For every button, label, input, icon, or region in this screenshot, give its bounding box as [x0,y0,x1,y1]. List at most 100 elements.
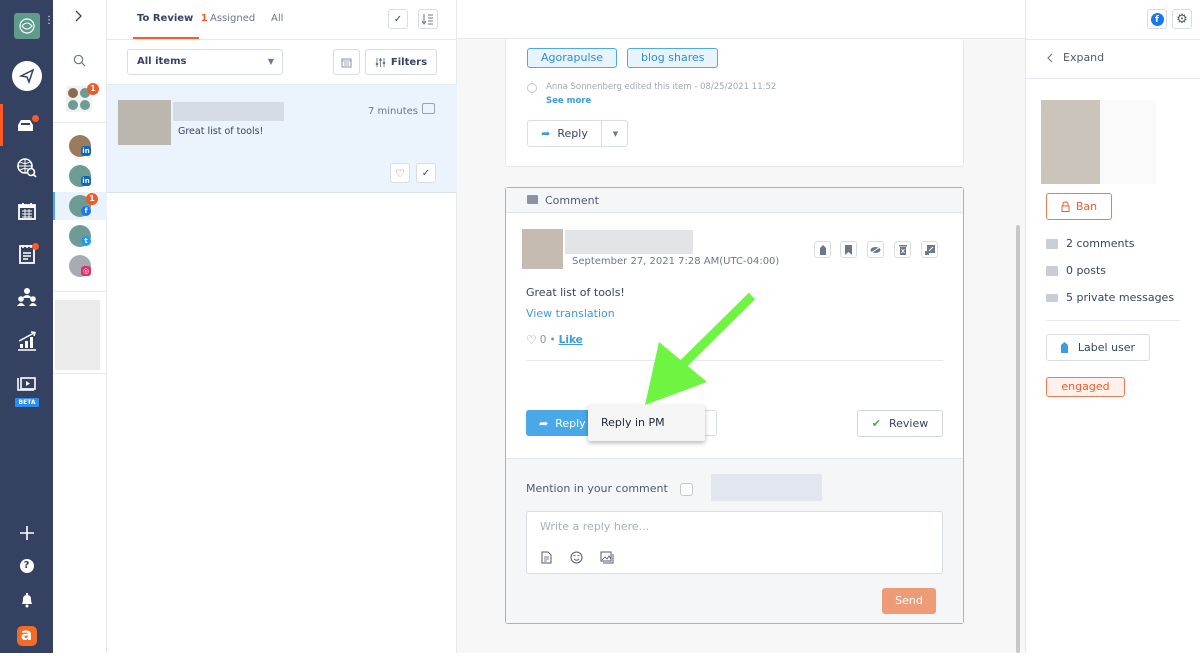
mark-all-reviewed-button[interactable]: ✓ [388,9,408,29]
label-engaged[interactable]: engaged [1046,377,1125,397]
divider [1026,78,1200,79]
caret-down-icon: ▼ [267,57,274,66]
workspace-logo[interactable] [14,13,40,39]
date-filter-button[interactable] [333,49,360,75]
ban-button[interactable]: Ban [1046,193,1112,220]
post-reply-split-button: ➦ Reply ▼ [527,120,628,147]
mail-icon [1046,293,1058,302]
review-button[interactable]: ✔ Review [857,410,943,437]
leaf-logo-icon [19,18,35,34]
notification-dot [32,243,39,250]
profiles-column: 1 in in f 1 t ◎ [53,0,107,653]
menu-item-reply-in-pm[interactable]: Reply in PM [601,416,665,429]
linkedin-icon: in [81,146,91,156]
reply-textarea[interactable]: Write a reply here... [526,511,943,574]
stat-comments: 2 comments [1046,237,1135,250]
annotation-arrow [645,292,756,405]
center-header [457,0,1025,39]
lock-icon [1061,201,1070,212]
mention-name-redacted [711,474,822,501]
facebook-network-button[interactable]: f [1147,9,1167,29]
expand-button[interactable]: Expand [1046,51,1104,64]
expand-profiles-button[interactable] [73,10,83,26]
like-link[interactable]: Like [559,334,583,346]
team-icon [16,288,37,306]
calendar-icon [17,203,36,220]
instagram-icon: ◎ [81,266,91,276]
like-button[interactable]: ♡ [390,163,410,183]
agorapulse-logo-icon: a [16,626,37,646]
document-icon [541,551,552,564]
gear-icon: ⚙ [1176,11,1188,27]
review-button[interactable]: ✓ [416,163,436,183]
tab-all[interactable]: All [271,13,283,24]
like-row: ♡ 0 • Like [526,333,583,347]
filters-button[interactable]: Filters [365,49,437,75]
chevron-left-icon [1047,53,1053,62]
tag-icon [819,244,826,255]
items-filter-select[interactable]: All items ▼ [127,49,283,75]
search-profiles-button[interactable] [73,52,86,71]
image-upload-button[interactable] [600,549,614,568]
profile-instagram[interactable]: ◎ [69,255,91,277]
history-icon [527,83,537,93]
see-more-link[interactable]: See more [546,96,591,106]
saved-replies-button[interactable] [541,549,552,568]
nav-calendar[interactable] [0,191,53,231]
sort-icon [422,14,433,25]
nav-account[interactable]: a [0,616,53,656]
comment-icon [422,103,435,114]
list-item-text: Great list of tools! [178,126,264,137]
profile-twitter[interactable]: t [69,225,91,247]
nav-publish[interactable] [0,56,53,96]
profile-placeholder [55,300,100,370]
label-user-button[interactable]: Label user [1046,334,1150,361]
open-external-button[interactable] [921,241,938,258]
conversation-panel: Agorapulse blog shares Anna Sonnenberg e… [457,0,1025,653]
author-name-redacted [173,102,284,121]
nav-reports[interactable] [0,321,53,361]
nav-users[interactable] [0,277,53,317]
tag-agorapulse[interactable]: Agorapulse [527,48,618,68]
reply-placeholder: Write a reply here... [540,520,650,533]
calendar-icon [341,58,352,67]
inbox-list: To Review 1 Assigned All ✓ All items ▼ F… [107,0,457,653]
paper-plane-icon [18,68,34,84]
reply-composer: Mention in your comment Write a reply he… [506,458,963,623]
tab-to-review[interactable]: To Review 1 [137,13,208,24]
mention-checkbox[interactable] [680,483,693,496]
comment-date: September 27, 2021 7:28 AM(UTC-04:00) [572,256,780,267]
nav-notifications[interactable] [0,580,53,620]
reply-arrow-icon: ➦ [539,416,549,430]
label-button[interactable] [814,241,831,258]
hide-button[interactable] [867,241,884,258]
heart-icon: ♡ [526,333,537,347]
sort-button[interactable] [418,9,438,29]
check-icon: ✓ [393,13,403,25]
emoji-button[interactable] [570,549,583,568]
bookmark-button[interactable] [840,241,857,258]
view-translation-link[interactable]: View translation [526,307,615,320]
post-reply-button[interactable]: ➦ Reply [528,121,602,146]
tab-assigned[interactable]: Assigned [210,13,255,24]
nav-listening[interactable] [0,148,53,188]
delete-button[interactable] [894,241,911,258]
twitter-icon: t [81,236,91,246]
list-item[interactable]: Great list of tools! 7 minutes ♡ ✓ [107,85,457,193]
send-button[interactable]: Send [882,588,936,614]
emoji-icon [570,551,583,564]
tag-blog-shares[interactable]: blog shares [627,48,719,68]
profile-linkedin-1[interactable]: in [69,135,91,157]
workspace-menu-icon[interactable]: ⋮ [44,16,54,33]
check-icon: ✔ [871,417,881,430]
profile-linkedin-2[interactable]: in [69,165,91,187]
facebook-icon: f [81,206,91,216]
center-scrollbar[interactable] [1016,225,1020,653]
post-reply-dropdown[interactable]: ▼ [603,121,628,146]
nav-reports-list[interactable] [0,234,53,274]
separator-dot: • [549,334,556,346]
post-icon [1046,265,1058,276]
nav-inbox[interactable] [0,105,53,145]
settings-button[interactable]: ⚙ [1172,9,1192,29]
comment-icon [1046,238,1058,249]
